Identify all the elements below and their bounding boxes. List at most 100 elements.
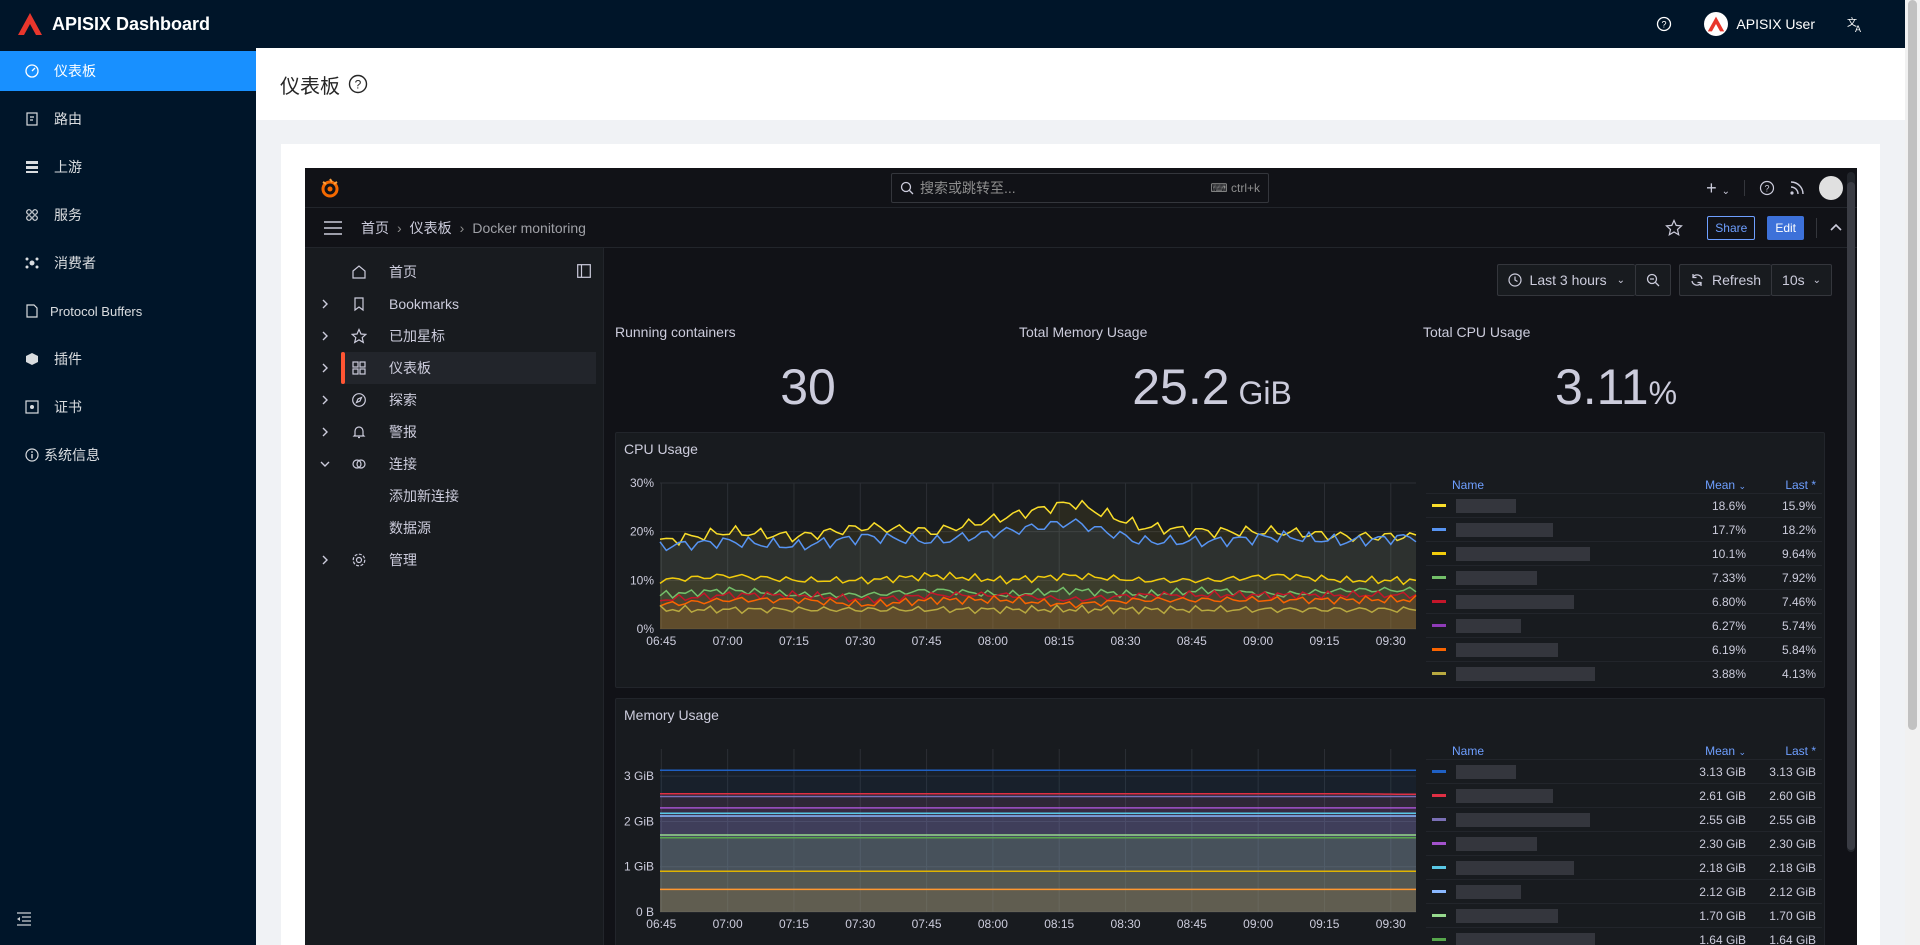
series-color-swatch (1432, 914, 1446, 917)
legend-last-value: 2.30 GiB (1769, 836, 1816, 851)
share-button[interactable]: Share (1707, 216, 1756, 240)
grafana-nav-item[interactable]: 警报 (305, 416, 604, 448)
memory-usage-chart[interactable]: 0 B1 GiB2 GiB3 GiB06:45 07:00 07:15 07:30 07… (616, 729, 1426, 945)
legend-row[interactable]: 3.13 GiB 3.13 GiB (1426, 759, 1822, 783)
plus-icon[interactable]: + ⌄ (1706, 178, 1730, 199)
grafana-nav-item[interactable]: 管理 (305, 544, 604, 576)
breadcrumb-home[interactable]: 首页 (361, 218, 389, 238)
sidebar-item-upstream[interactable]: 上游 (0, 147, 256, 187)
page-scrollbar[interactable] (1905, 0, 1920, 945)
x-tick-label: 07:15 (779, 917, 809, 931)
legend-row[interactable]: 10.1% 9.64% (1426, 541, 1822, 565)
legend-mean-value: 2.55 GiB (1699, 812, 1746, 827)
clock-icon (1507, 273, 1522, 287)
refresh-button[interactable]: Refresh (1679, 264, 1772, 296)
grafana-scrollbar[interactable] (1847, 172, 1855, 852)
x-tick-label: 07:30 (845, 917, 875, 931)
sidebar-item-dashboard[interactable]: 仪表板 (0, 51, 256, 91)
legend-mean-header[interactable]: Mean ⌄ (1641, 744, 1746, 758)
search-input[interactable]: 搜索或跳转至... ⌨ ctrl+k (891, 173, 1269, 203)
chevron-right-icon[interactable] (319, 426, 331, 438)
chevron-right-icon[interactable] (319, 362, 331, 374)
menu-icon[interactable] (323, 220, 343, 236)
help-circle-icon[interactable]: ? (348, 74, 368, 94)
memory-usage-panel[interactable]: Memory Usage 0 B1 GiB 2 GiB 3 GiB 06:45 07:0… (615, 698, 1825, 945)
grafana-logo-icon[interactable] (319, 177, 341, 199)
legend-row[interactable]: 2.55 GiB 2.55 GiB (1426, 807, 1822, 831)
cpu-usage-panel[interactable]: CPU Usage 0% 10% 20% 30% 06:45 07:00 07:15 07:3… (615, 432, 1825, 688)
legend-last-value: 3.13 GiB (1769, 764, 1816, 779)
chevron-right-icon[interactable] (319, 394, 331, 406)
collapse-menu-icon[interactable] (16, 912, 32, 931)
series-color-swatch (1432, 938, 1446, 941)
series-color-swatch (1432, 890, 1446, 893)
chevron-up-icon[interactable] (1829, 221, 1843, 235)
sidebar-item-route[interactable]: 路由 (0, 99, 256, 139)
legend-name-header[interactable]: Name (1452, 744, 1484, 758)
legend-last-header[interactable]: Last * (1746, 744, 1816, 758)
chevron-down-icon[interactable] (319, 458, 331, 470)
link-icon (351, 456, 367, 472)
breadcrumb-dashboards[interactable]: 仪表板 (410, 218, 452, 238)
sidebar-item-certificate[interactable]: 证书 (0, 387, 256, 427)
legend-last-value: 2.55 GiB (1769, 812, 1816, 827)
zoom-out-button[interactable] (1635, 264, 1671, 296)
help-icon[interactable]: ? (1759, 180, 1775, 196)
legend-mean-value: 7.33% (1711, 570, 1746, 585)
legend-row[interactable]: 2.12 GiB 2.12 GiB (1426, 879, 1822, 903)
grafana-nav-item[interactable]: 连接 (305, 448, 604, 480)
legend-row[interactable]: 1.70 GiB 1.70 GiB (1426, 903, 1822, 927)
sidebar-item-protocol-buffers[interactable]: Protocol Buffers (0, 291, 256, 331)
refresh-interval-picker[interactable]: 10s ⌄ (1771, 264, 1832, 296)
svg-text:?: ? (1764, 184, 1769, 194)
legend-last-value: 7.46% (1781, 594, 1816, 609)
logo[interactable]: APISIX Dashboard (18, 13, 210, 35)
grafana-nav-item[interactable]: 首页 (305, 256, 604, 288)
legend-last-value: 1.70 GiB (1769, 908, 1816, 923)
scrollbar-thumb[interactable] (1908, 0, 1917, 730)
time-range-picker[interactable]: Last 3 hours ⌄ (1496, 264, 1635, 296)
rss-icon[interactable] (1789, 180, 1805, 196)
legend-row[interactable]: 6.80% 7.46% (1426, 589, 1822, 613)
scrollbar-thumb[interactable] (1847, 182, 1855, 850)
sidebar-item-service[interactable]: 服务 (0, 195, 256, 235)
chevron-right-icon[interactable] (319, 298, 331, 310)
legend-name-header[interactable]: Name (1452, 478, 1484, 492)
grafana-nav-label: 仪表板 (389, 360, 431, 376)
legend-row[interactable]: 17.7% 18.2% (1426, 517, 1822, 541)
legend-row[interactable]: 2.61 GiB 2.60 GiB (1426, 783, 1822, 807)
edit-button[interactable]: Edit (1767, 216, 1804, 240)
sidebar-item-label: 仪表板 (54, 63, 96, 79)
series-name-redacted (1456, 932, 1595, 945)
sidebar-item-consumer[interactable]: 消费者 (0, 243, 256, 283)
legend-row[interactable]: 2.30 GiB 2.30 GiB (1426, 831, 1822, 855)
legend-row[interactable]: 7.33% 7.92% (1426, 565, 1822, 589)
translate-icon[interactable]: 文A (1845, 14, 1865, 34)
user-avatar[interactable] (1819, 176, 1843, 200)
legend-row[interactable]: 1.64 GiB 1.64 GiB (1426, 927, 1822, 945)
grafana-nav-item[interactable]: 数据源 (305, 512, 604, 544)
grafana-nav-item[interactable]: 添加新连接 (305, 480, 604, 512)
grafana-nav-item[interactable]: 仪表板 (322, 352, 596, 384)
legend-row[interactable]: 6.19% 5.84% (1426, 637, 1822, 661)
grafana-nav-item[interactable]: 已加星标 (305, 320, 604, 352)
search-placeholder: 搜索或跳转至... (920, 180, 1016, 196)
chevron-right-icon[interactable] (319, 330, 331, 342)
user-menu[interactable]: APISIX User (1704, 12, 1815, 36)
grafana-nav-item[interactable]: Bookmarks (305, 288, 604, 320)
series-color-swatch (1432, 552, 1446, 555)
sidebar-item-plugin[interactable]: 插件 (0, 339, 256, 379)
chevron-right-icon[interactable] (319, 554, 331, 566)
star-icon[interactable] (1665, 219, 1684, 237)
legend-row[interactable]: 2.18 GiB 2.18 GiB (1426, 855, 1822, 879)
legend-last-header[interactable]: Last * (1746, 478, 1816, 492)
legend-row[interactable]: 6.27% 5.74% (1426, 613, 1822, 637)
grafana-nav-item[interactable]: 探索 (305, 384, 604, 416)
stat-title: Total CPU Usage (1423, 324, 1531, 340)
legend-mean-header[interactable]: Mean ⌄ (1641, 478, 1746, 492)
legend-row[interactable]: 3.88% 4.13% (1426, 661, 1822, 685)
legend-row[interactable]: 18.6% 15.9% (1426, 493, 1822, 517)
cpu-usage-chart[interactable]: 0%10%20%30%06:45 07:00 07:15 07:30 07:45 08:0… (616, 463, 1426, 687)
sidebar-item-system-info[interactable]: 系统信息 (0, 435, 256, 475)
help-icon[interactable]: ? (1654, 14, 1674, 34)
